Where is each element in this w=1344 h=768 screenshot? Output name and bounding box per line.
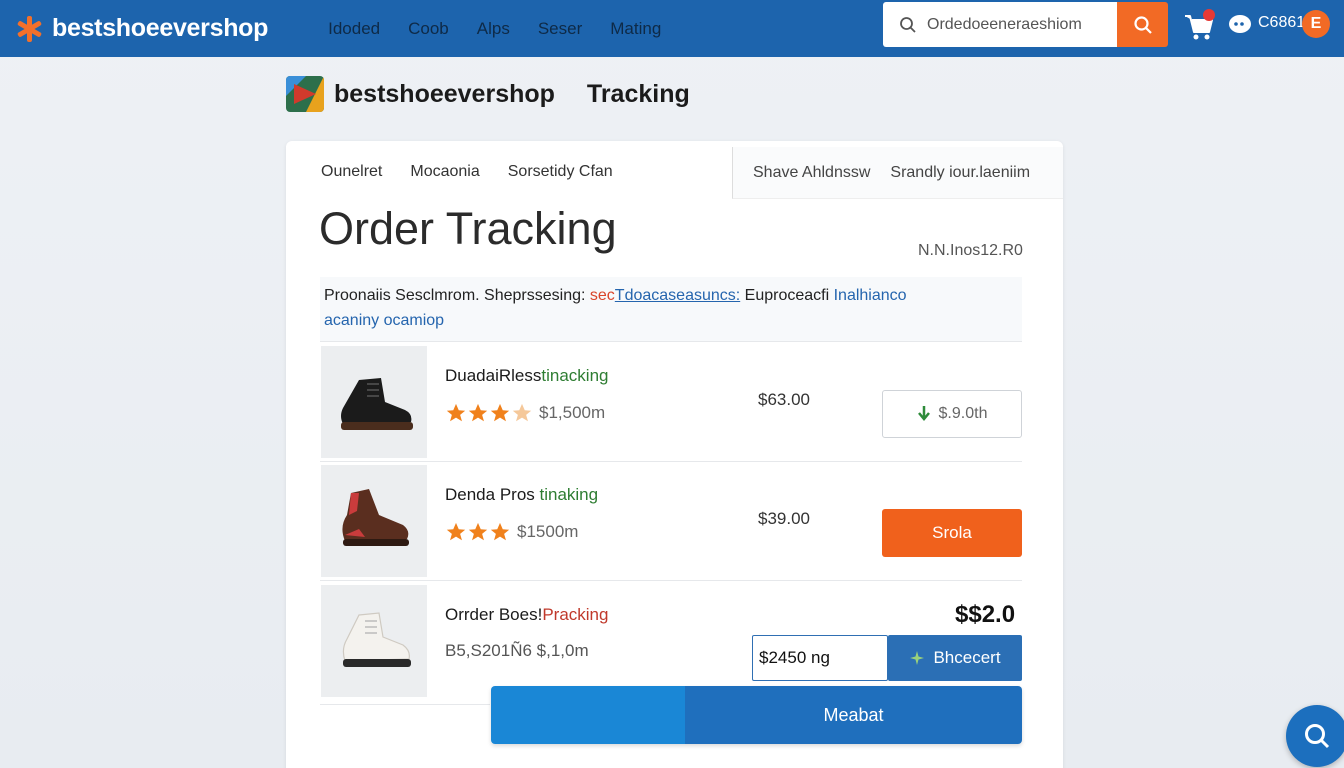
track-button[interactable]: $.9.0th [882,390,1022,438]
star-icon [490,522,510,541]
checkout-button[interactable]: Bhcecert [888,635,1022,681]
account-avatar[interactable]: E [1302,10,1330,38]
brown-boot-image [342,489,409,546]
status-link-2[interactable]: Inalhianco [834,287,907,304]
primary-action-label: Meabat [685,686,1022,744]
product-image[interactable] [321,465,427,577]
product-name-main: Orrder Boes! [445,605,543,624]
amount-input[interactable] [752,635,888,681]
product-rating: $1500m [445,521,578,543]
tracking-link[interactable]: Tdoacaseasuncs: [615,287,740,304]
search-icon [900,16,916,33]
white-boot-image [342,612,411,667]
order-tracking-card: Ounelret Mocaonia Sorsetidy Cfan Shave A… [286,141,1063,768]
subheader-brand: bestshoeevershop [334,79,555,108]
search-field-wrap [883,2,1117,47]
arrow-down-icon [917,406,930,421]
search-bar [883,2,1168,47]
sub-header: bestshoeevershop Tracking [286,76,690,112]
black-boot-image [341,378,413,430]
nav-link-2[interactable]: Coob [408,19,449,39]
product-image[interactable] [321,585,427,697]
star-icon [468,403,488,422]
nav-link-3[interactable]: Alps [477,19,510,39]
product-name-status: Pracking [542,605,609,624]
divider [320,341,1022,342]
tab-right-2[interactable]: Srandly iour.laeniim [890,164,1030,182]
product-name[interactable]: DuadaiRlesstinacking [445,366,609,386]
track-button-label: $.9.0th [938,405,988,422]
product-image[interactable] [321,346,427,458]
chat-icon[interactable] [1228,14,1252,36]
sold-button[interactable]: Srola [882,509,1022,557]
brand-star-icon [14,14,44,44]
search-button[interactable] [1117,2,1168,47]
nav-link-4[interactable]: Seser [538,19,582,39]
product-name-main: DuadaiRless [445,366,542,385]
brand-name: bestshoeevershop [52,14,269,42]
product-name-status: tinaking [539,485,599,504]
tab-2[interactable]: Mocaonia [410,163,479,181]
star-icon [468,522,488,541]
chat-support-button[interactable] [1286,705,1344,767]
star-icon [446,522,466,541]
tab-1[interactable]: Ounelret [321,163,382,181]
product-price: $63.00 [758,390,810,409]
product-name[interactable]: Orrder Boes!Pracking [445,605,608,625]
product-rating: $1,500m [445,402,605,424]
product-row: Orrder Boes!Pracking B5,S201Ñ6 $,1,0m $$… [321,585,1023,699]
card-tabs: Ounelret Mocaonia Sorsetidy Cfan [321,163,641,181]
star-half-icon [512,403,532,422]
star-icon [490,403,510,422]
status-highlight: sec [589,287,615,304]
divider [320,580,1022,581]
chat-search-icon [1305,724,1330,749]
cart-notification-dot [1203,9,1215,21]
divider [320,461,1022,462]
page-title: Order Tracking [319,203,617,254]
order-status-info: Proonaiis Sesclmrom. Sheprssesing: secTd… [320,277,1022,341]
sparkle-icon [910,651,925,665]
rating-count: $1,500m [539,403,606,422]
tab-3[interactable]: Sorsetidy Cfan [508,163,613,181]
product-sku: B5,S201Ñ6 $,1,0m [445,641,589,660]
divider [320,704,490,705]
product-row: Denda Pros tinaking $1500m $39.00 Srola [321,465,1023,579]
order-id: N.N.Inos12.R0 [918,242,1023,259]
status-link-3[interactable]: acaniny ocamiop [324,312,444,329]
product-row: DuadaiRlesstinacking $1,500m $63.00 $.9.… [321,346,1023,460]
nav-link-1[interactable]: Idoded [328,19,380,39]
card-tabs-right: Shave Ahldnssw Srandly iour.laeniim [732,147,1063,199]
rating-stars [445,402,533,424]
primary-action-button[interactable]: Meabat [491,686,1022,744]
shop-logo-icon[interactable] [286,76,324,112]
search-input[interactable] [927,15,1117,34]
account-id[interactable]: C6861 [1258,14,1305,32]
product-name[interactable]: Denda Pros tinaking [445,485,598,505]
brand-logo[interactable]: bestshoeevershop [14,14,268,44]
product-price-large: $$2.0 [955,601,1016,628]
rating-count: $1500m [517,522,579,541]
product-price: $39.00 [758,509,810,528]
search-icon [1133,15,1152,34]
subheader-title: Tracking [586,79,690,108]
nav-link-5[interactable]: Mating [610,19,661,39]
product-name-main: Denda Pros [445,485,540,504]
product-name-status: tinacking [541,366,609,385]
status-text-2: Euproceacfi [744,287,830,304]
tab-right-1[interactable]: Shave Ahldnssw [753,164,870,182]
rating-stars [445,521,511,543]
checkout-button-label: Bhcecert [933,648,1001,667]
main-nav: Idoded Coob Alps Seser Mating [328,19,689,39]
star-icon [446,403,466,422]
status-text: Proonaiis Sesclmrom. Sheprssesing: [324,287,586,304]
primary-action-left [491,686,685,744]
